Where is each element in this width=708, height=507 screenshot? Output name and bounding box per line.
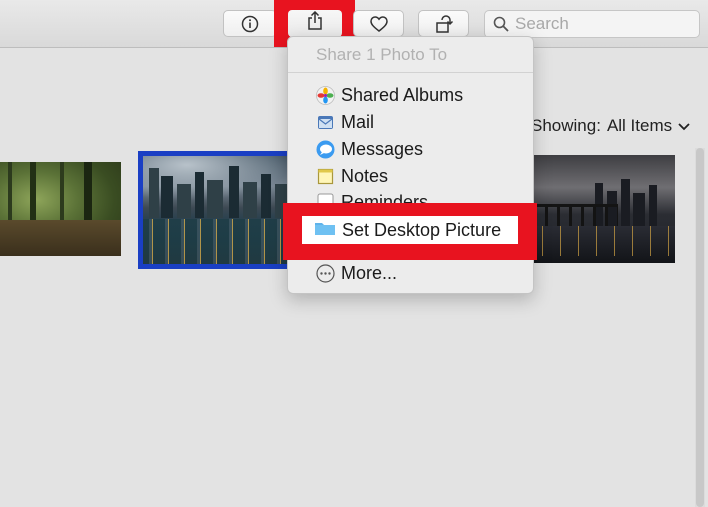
photo-building	[633, 193, 645, 227]
menu-item-label: Mail	[341, 111, 375, 132]
photo-thumbnail-forest[interactable]	[0, 162, 121, 256]
photo-bridge	[533, 203, 619, 227]
folder-icon	[314, 220, 336, 241]
menu-item-shared-albums[interactable]: Shared Albums	[316, 83, 463, 107]
photo-building	[229, 166, 239, 218]
photo-reflection	[143, 218, 289, 264]
mail-icon	[316, 113, 335, 132]
search-input[interactable]	[513, 13, 687, 35]
photo-thumbnail-selected[interactable]	[138, 151, 294, 269]
search-field[interactable]	[484, 10, 700, 38]
chevron-down-icon	[678, 116, 690, 136]
scrollbar-thumb[interactable]	[696, 148, 704, 507]
showing-label: Showing:	[531, 116, 601, 135]
photo-building	[261, 174, 271, 218]
scrollbar[interactable]	[695, 148, 705, 507]
share-icon	[307, 10, 323, 36]
notes-icon	[316, 167, 335, 186]
photo-building	[161, 176, 173, 218]
menu-item-label: Shared Albums	[341, 84, 464, 105]
photo-thumbnail-bridge[interactable]	[533, 155, 675, 263]
info-icon	[241, 15, 259, 33]
favorite-button[interactable]	[353, 10, 404, 37]
share-button[interactable]	[287, 10, 342, 37]
more-icon	[316, 263, 335, 283]
showing-filter[interactable]: Showing: All Items	[531, 116, 690, 136]
photo-lights	[533, 226, 675, 257]
showing-value: All Items	[606, 116, 673, 135]
menu-item-notes[interactable]: Notes	[316, 164, 388, 188]
shared-albums-icon	[316, 85, 335, 105]
search-icon	[493, 16, 509, 32]
photo-building	[149, 168, 159, 218]
photo-building	[621, 179, 630, 227]
menu-item-label: Notes	[341, 165, 389, 186]
messages-icon	[316, 140, 335, 159]
photo-building	[649, 185, 657, 227]
menu-item-label: Messages	[341, 138, 424, 159]
rotate-button[interactable]	[418, 10, 469, 37]
menu-item-label: More...	[341, 262, 398, 283]
photo-building	[177, 184, 191, 218]
photo-building	[243, 182, 257, 218]
info-button[interactable]	[223, 10, 277, 37]
menu-separator	[288, 72, 533, 73]
share-menu-header: Share 1 Photo To	[316, 45, 448, 64]
photo-building	[207, 180, 223, 218]
heart-icon	[369, 15, 389, 33]
menu-item-mail[interactable]: Mail	[316, 110, 374, 134]
menu-item-more[interactable]: More...	[316, 261, 397, 285]
photo-building	[195, 172, 204, 218]
set-desktop-picture-highlight: Set Desktop Picture	[283, 203, 537, 260]
menu-item-messages[interactable]: Messages	[316, 137, 423, 161]
rotate-icon	[434, 14, 454, 34]
menu-item-label: Set Desktop Picture	[342, 219, 502, 240]
menu-item-set-desktop-picture[interactable]: Set Desktop Picture	[302, 216, 518, 244]
